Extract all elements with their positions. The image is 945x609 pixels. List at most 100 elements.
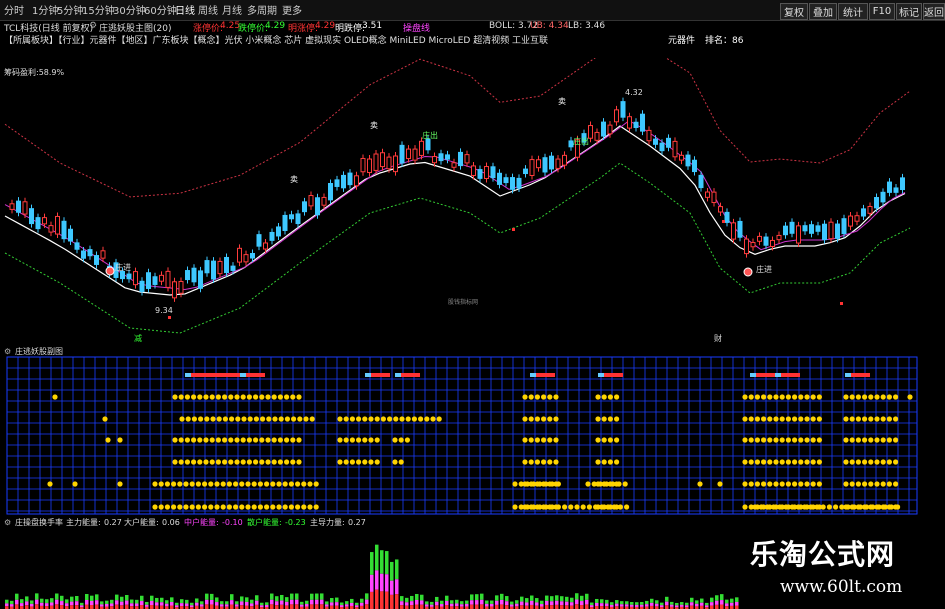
period-tab-30min[interactable]: 30分钟	[113, 2, 146, 17]
energy-bar-retail	[330, 598, 334, 603]
butterfly-marker	[365, 373, 371, 377]
energy-bar-mid	[520, 601, 524, 606]
energy-bar-mid	[150, 601, 154, 606]
main-energy-label: 主力能量:	[66, 517, 101, 527]
candle-body	[406, 148, 411, 160]
candle-body	[666, 137, 671, 148]
signal-dot	[253, 394, 259, 400]
energy-bar-main	[245, 605, 249, 609]
energy-bar-main	[530, 604, 534, 609]
signal-dot	[773, 416, 779, 422]
f10-button[interactable]: F10	[869, 3, 895, 20]
energy-bar-retail	[450, 600, 454, 604]
energy-bar-mid	[55, 599, 59, 605]
sub-panel-gear-icon[interactable]: ⚙	[4, 347, 11, 356]
restore-rights-button[interactable]: 复权	[780, 3, 808, 20]
period-tab-week[interactable]: 周线	[198, 2, 218, 17]
signal-dot	[222, 459, 228, 465]
period-toolbar: 分时 1分钟 5分钟 15分钟 30分钟 60分钟 日线 周线 月线 多周期 更…	[0, 0, 945, 21]
energy-bar-main	[550, 605, 554, 609]
signal-dot	[547, 437, 553, 443]
signal-dot	[601, 504, 607, 510]
signal-dot	[893, 416, 899, 422]
signal-dot	[541, 394, 547, 400]
period-tab-分时[interactable]: 分时	[4, 2, 24, 17]
candle-body	[763, 236, 769, 246]
sub-indicator-panel[interactable]: ⚙ 庄逃妖股副图	[0, 344, 945, 516]
signal-dot	[288, 504, 294, 510]
signal-dot	[601, 437, 607, 443]
signal-dot	[253, 459, 259, 465]
candle-body	[776, 234, 782, 241]
signal-dot	[309, 416, 315, 422]
signal-dot	[785, 504, 792, 510]
enter-marker	[105, 266, 115, 276]
signal-dot	[607, 459, 614, 465]
signal-dot	[767, 481, 773, 487]
energy-bar-retail	[560, 596, 564, 602]
signal-dot	[804, 416, 810, 422]
energy-bar-mid	[50, 602, 54, 606]
signal-dot	[158, 504, 164, 510]
signal-dot	[171, 481, 177, 487]
energy-panel-gear-icon[interactable]: ⚙	[4, 518, 11, 527]
energy-bar-mid	[135, 603, 139, 607]
energy-bar-main	[405, 605, 409, 609]
period-tab-day[interactable]: 日线	[175, 2, 195, 17]
candle-body	[341, 174, 346, 189]
period-tab-60min[interactable]: 60分钟	[144, 2, 177, 17]
energy-bar-retail	[165, 600, 169, 604]
energy-bar-main	[285, 605, 289, 609]
candle-body	[42, 217, 47, 225]
signal-dot	[541, 437, 547, 443]
signal-dot	[886, 481, 893, 487]
back-button[interactable]: 返回	[923, 3, 945, 20]
candle-body	[731, 222, 736, 240]
signal-dot	[785, 481, 792, 487]
signal-dot	[614, 394, 620, 400]
annotation-exit-2: 庄出	[573, 136, 589, 146]
candle-body	[16, 200, 21, 213]
energy-bar-retail	[480, 593, 484, 600]
candle-body	[217, 260, 223, 275]
overlay-button[interactable]: 叠加	[809, 3, 837, 20]
energy-bar-mid	[365, 599, 369, 605]
candle-body	[282, 214, 288, 232]
signal-dot	[785, 459, 792, 465]
energy-bar-retail	[95, 594, 99, 601]
statistics-button[interactable]: 统计	[838, 3, 868, 20]
candle-body	[198, 270, 203, 289]
period-tab-multi[interactable]: 多周期	[247, 2, 277, 17]
candle-body	[81, 250, 86, 259]
energy-bar-main	[315, 604, 319, 609]
period-tab-1min[interactable]: 1分钟	[32, 2, 58, 17]
period-tab-month[interactable]: 月线	[222, 2, 242, 17]
period-tab-more[interactable]: 更多	[282, 2, 302, 17]
signal-dot	[184, 437, 190, 443]
energy-bar-mid	[585, 599, 589, 605]
energy-bar-main	[735, 605, 739, 609]
main-kline-panel[interactable]: 筹码盈利:58.9% 股钱指标网 庄进 9.34 4.32 庄出 庄出 庄进 卖…	[0, 58, 945, 342]
energy-bar-mid	[515, 603, 519, 607]
signal-dot	[343, 416, 349, 422]
energy-bar-mid	[450, 603, 454, 607]
signal-dot	[614, 437, 620, 443]
period-tab-15min[interactable]: 15分钟	[82, 2, 115, 17]
period-tab-5min[interactable]: 5分钟	[57, 2, 83, 17]
signal-dot	[204, 416, 210, 422]
signal-dot	[259, 394, 265, 400]
butterfly-marker	[530, 373, 536, 377]
settings-icon[interactable]: ⚙	[89, 21, 97, 31]
energy-bar-mid	[30, 603, 34, 607]
candle-body	[607, 124, 613, 135]
signal-dot	[183, 504, 189, 510]
signal-dot	[251, 504, 257, 510]
candle-body	[633, 121, 639, 128]
signal-dot	[754, 394, 761, 400]
candle-body	[588, 125, 593, 139]
signal-dot	[264, 481, 270, 487]
signal-dot	[874, 416, 880, 422]
energy-bar-main	[435, 605, 439, 609]
energy-bar-main	[120, 605, 124, 609]
mark-button[interactable]: 标记	[896, 3, 922, 20]
